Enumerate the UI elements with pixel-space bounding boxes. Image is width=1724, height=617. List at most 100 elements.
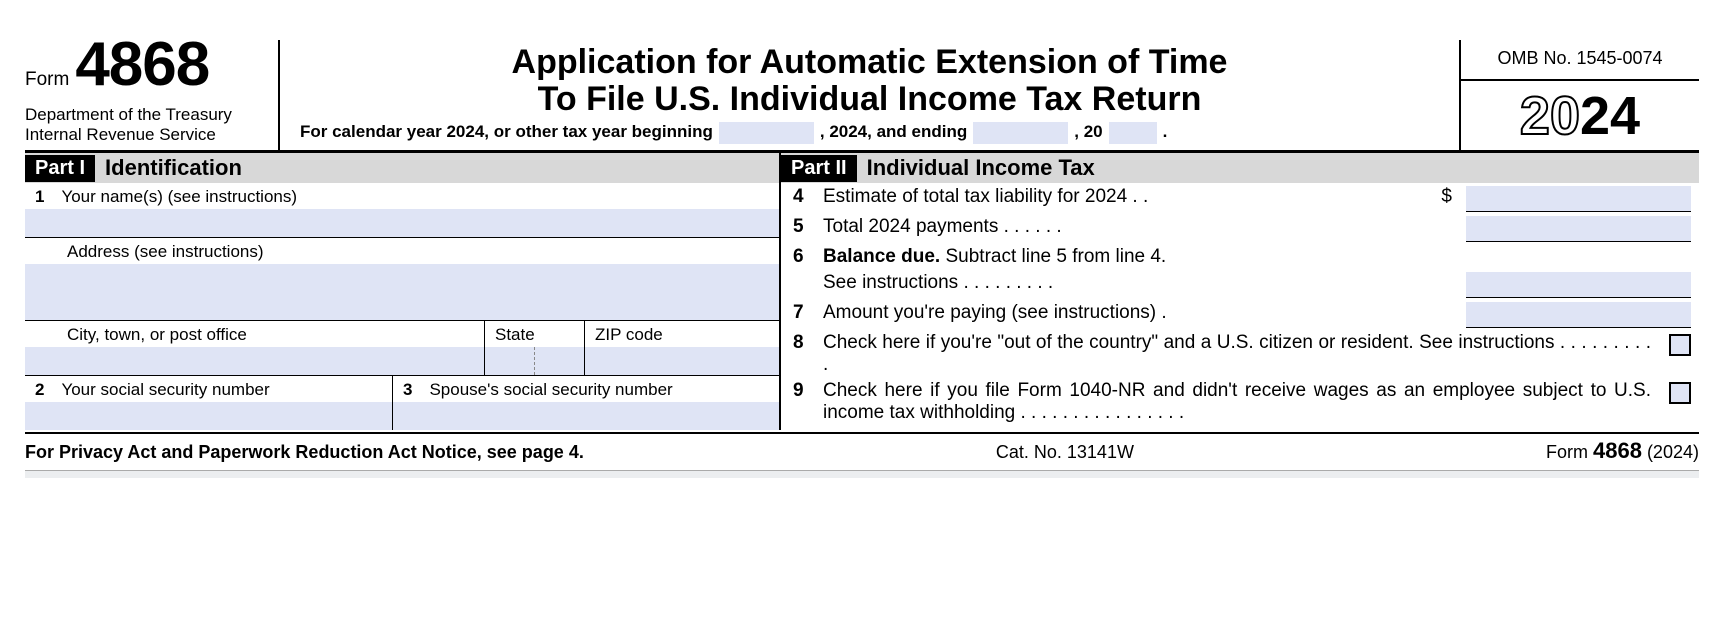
header-left: Form 4868 Department of the Treasury Int… [25,40,280,150]
line-5-text: Total 2024 payments . . . . . . [823,216,1426,238]
name-field-row [25,209,779,237]
title-line-2: To File U.S. Individual Income Tax Retur… [512,81,1228,118]
department-line-1: Department of the Treasury [25,105,278,125]
name-input[interactable] [25,209,779,237]
title-line-1: Application for Automatic Extension of T… [512,44,1228,81]
line-8-number: 8 [793,332,813,354]
part-2-title: Individual Income Tax [857,155,1095,181]
address-label-row: Address (see instructions) [25,238,779,264]
city-state-zip-field-row [25,347,779,375]
line-8-text: Check here if you're "out of the country… [823,332,1651,376]
tax-year-end-input[interactable] [973,122,1068,144]
part-1-title: Identification [95,155,242,181]
line-1-label-row: 1 Your name(s) (see instructions) [25,183,779,209]
city-input[interactable] [25,347,484,375]
header-center: Application for Automatic Extension of T… [280,40,1459,150]
department-line-2: Internal Revenue Service [25,125,278,145]
line-6a: 6 Balance due. Subtract line 5 from line… [781,243,1699,272]
address-input-2[interactable] [25,292,779,320]
line-6-see-instructions: See instructions . . . . . . . . . [823,272,1426,294]
calendar-suffix-2: . [1163,122,1168,142]
form-number-row: Form 4868 [25,40,278,91]
line-6-text-first: Balance due. Subtract line 5 from line 4… [823,246,1426,268]
line-6-balance-due: Balance due. [823,246,940,267]
line-6b: See instructions . . . . . . . . . [781,272,1699,299]
line-6-subtract: Subtract line 5 from line 4. [940,246,1166,267]
zip-input[interactable] [585,347,779,375]
line-5-number: 5 [793,216,813,238]
state-input-1[interactable] [485,347,535,375]
line-1-label: Your name(s) (see instructions) [61,187,297,206]
tax-year-box: 2024 [1459,81,1699,150]
state-input-2[interactable] [535,347,585,375]
bottom-shade [25,470,1699,478]
line-6-amount-input[interactable] [1466,272,1691,297]
address-label: Address (see instructions) [67,242,264,261]
line-9-text: Check here if you file Form 1040-NR and … [823,380,1651,424]
state-label: State [495,325,535,344]
line-2-label: Your social security number [61,380,269,399]
spouse-ssn-input[interactable] [393,402,779,430]
form-4868: Form 4868 Department of the Treasury Int… [25,40,1699,478]
footer-form-ref: Form 4868 (2024) [1546,438,1699,464]
line-8: 8 Check here if you're "out of the count… [781,329,1699,377]
calendar-mid: , 2024, and ending [820,122,967,142]
footer-form-suffix: (2024) [1642,442,1699,462]
calendar-year-line: For calendar year 2024, or other tax yea… [288,122,1167,144]
catalog-number: Cat. No. 13141W [996,442,1134,463]
ssn-input[interactable] [25,402,392,430]
line-5-amount-input[interactable] [1466,216,1691,241]
line-4-amount-input[interactable] [1466,186,1691,211]
omb-number: OMB No. 1545-0074 [1459,40,1699,81]
zip-label: ZIP code [595,325,663,344]
line-3-number: 3 [403,380,425,400]
part-1-column: Part I Identification 1 Your name(s) (se… [25,153,781,430]
form-word: Form [25,69,69,91]
line-4: 4 Estimate of total tax liability for 20… [781,183,1699,213]
line-9: 9 Check here if you file Form 1040-NR an… [781,377,1699,425]
identification-block: 1 Your name(s) (see instructions) Addres… [25,183,779,430]
form-number: 4868 [75,40,209,90]
year-ghost: 20 [1520,86,1580,146]
department-block: Department of the Treasury Internal Reve… [25,105,278,144]
line-7: 7 Amount you're paying (see instructions… [781,299,1699,329]
address-field-row-2 [25,292,779,320]
city-label: City, town, or post office [67,325,247,344]
line-7-number: 7 [793,302,813,324]
footer-form-prefix: Form [1546,442,1593,462]
header-right: OMB No. 1545-0074 2024 [1459,40,1699,150]
part-2-column: Part II Individual Income Tax 4 Estimate… [781,153,1699,430]
year-bold: 24 [1580,86,1640,146]
line-7-amount-input[interactable] [1466,302,1691,327]
line-4-number: 4 [793,186,813,208]
tax-year-end-yy-input[interactable] [1109,122,1157,144]
line-1-number: 1 [35,187,57,207]
line-9-number: 9 [793,380,813,402]
part-2-label: Part II [781,155,857,182]
line-9-checkbox[interactable] [1669,382,1691,404]
line-3-label: Spouse's social security number [429,380,672,399]
footer-form-number: 4868 [1593,438,1642,463]
line-4-text: Estimate of total tax liability for 2024… [823,186,1426,208]
city-state-zip-label-row: City, town, or post office State ZIP cod… [25,321,779,347]
address-input-1[interactable] [25,264,779,292]
dollar-sign: $ [1436,186,1456,208]
tax-year: 2024 [1520,85,1640,147]
form-header: Form 4868 Department of the Treasury Int… [25,40,1699,153]
part-2-bar: Part II Individual Income Tax [781,153,1699,183]
line-2-number: 2 [35,380,57,400]
part-1-bar: Part I Identification [25,153,779,183]
line-8-checkbox[interactable] [1669,334,1691,356]
form-footer: For Privacy Act and Paperwork Reduction … [25,434,1699,464]
tax-year-begin-input[interactable] [719,122,814,144]
form-body: Part I Identification 1 Your name(s) (se… [25,153,1699,430]
line-5: 5 Total 2024 payments . . . . . . [781,213,1699,243]
calendar-suffix-1: , 20 [1074,122,1102,142]
line-7-text: Amount you're paying (see instructions) … [823,302,1426,324]
address-field-row-1 [25,264,779,292]
ssn-field-row [25,402,779,430]
privacy-notice: For Privacy Act and Paperwork Reduction … [25,442,584,463]
form-title: Application for Automatic Extension of T… [512,44,1228,119]
calendar-prefix: For calendar year 2024, or other tax yea… [300,122,713,142]
ssn-label-row: 2 Your social security number 3 Spouse's… [25,376,779,402]
